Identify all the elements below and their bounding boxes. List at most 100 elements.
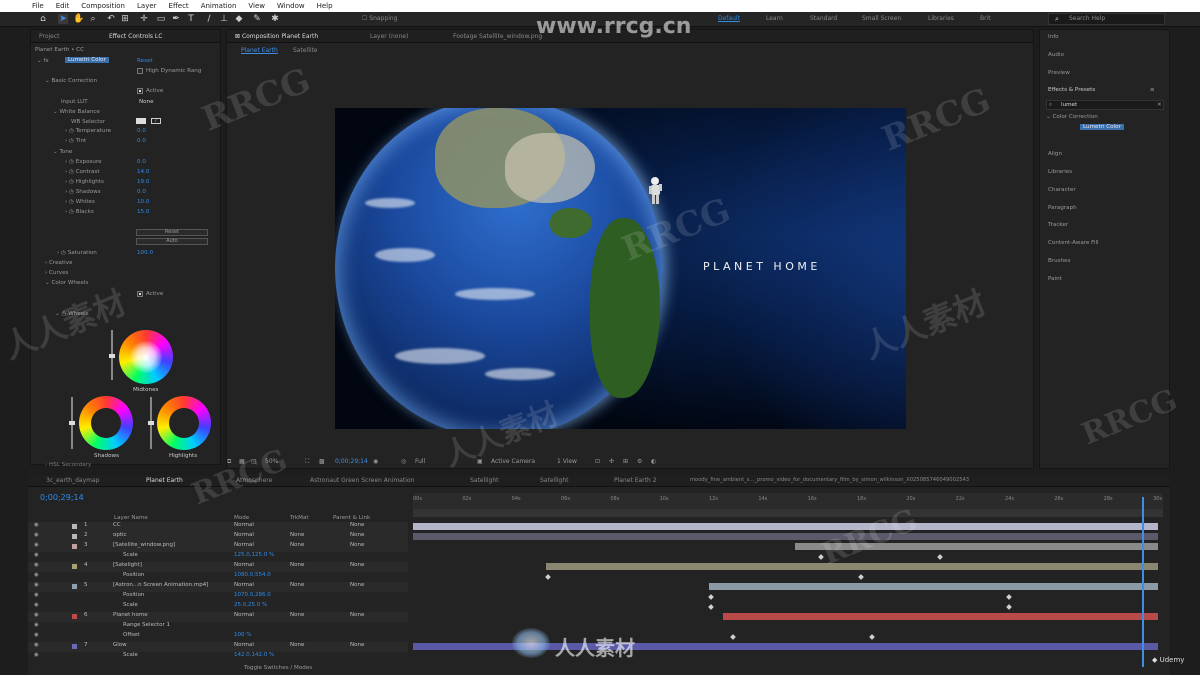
panel-effects-presets[interactable]: Effects & Presets	[1048, 87, 1095, 93]
anchor-tool-icon[interactable]: ✛	[139, 14, 149, 24]
basic-correction-label[interactable]: ⌄ Basic Correction	[45, 78, 97, 84]
panel-brushes[interactable]: Brushes	[1048, 258, 1071, 264]
tab-satellight-1[interactable]: Satellight	[470, 477, 499, 484]
shadows-value[interactable]: 0.0	[137, 189, 146, 195]
current-time[interactable]: 0;00;29;14	[335, 458, 368, 465]
contrast-label[interactable]: › ◷ Contrast	[65, 169, 100, 175]
flowchart-icon[interactable]: ⊞	[623, 458, 628, 465]
layer-track-bar[interactable]	[709, 583, 1158, 590]
temperature-value[interactable]: 0.0	[137, 128, 146, 134]
hdr-checkbox[interactable]	[137, 68, 143, 74]
tab-satellight-2[interactable]: Satellight	[540, 477, 569, 484]
clear-search-icon[interactable]: ✕	[1157, 102, 1162, 108]
channel-icon[interactable]: ◎	[401, 458, 406, 465]
effect-name[interactable]: Lumetri Color	[65, 57, 109, 63]
layer-track-bar[interactable]	[546, 563, 1158, 570]
midtones-slider[interactable]	[109, 330, 115, 380]
active-checkbox[interactable]	[137, 88, 143, 94]
keyframe[interactable]	[708, 594, 714, 600]
tab-audio-file[interactable]: moody_fine_ambient_s..._promo_video_for_…	[690, 477, 969, 483]
keyframe[interactable]	[818, 554, 824, 560]
tone-label[interactable]: ⌄ Tone	[53, 149, 72, 155]
tab-project[interactable]: Project	[39, 33, 60, 40]
camera-tool-icon[interactable]: ⊞	[120, 14, 130, 24]
tab-astronaut[interactable]: Astronaut Green Screen Animation	[310, 477, 414, 484]
tab-earth-daymap[interactable]: 3c_earth_daymap	[46, 477, 99, 484]
menu-view[interactable]: View	[246, 2, 267, 10]
tab-effect-controls[interactable]: Effect Controls LC	[109, 33, 162, 40]
panel-info[interactable]: Info	[1048, 34, 1059, 40]
menu-file[interactable]: File	[30, 2, 46, 10]
keyframe[interactable]	[708, 604, 714, 610]
snapping-checkbox[interactable]: ☐ Snapping	[362, 15, 397, 22]
menu-animation[interactable]: Animation	[199, 2, 239, 10]
menu-composition[interactable]: Composition	[79, 2, 127, 10]
workspace-small-screen[interactable]: Small Screen	[862, 15, 901, 22]
highlights-value[interactable]: 19.0	[137, 179, 149, 185]
menu-layer[interactable]: Layer	[135, 2, 159, 10]
keyframe[interactable]	[545, 574, 551, 580]
clone-tool-icon[interactable]: ⊥	[219, 14, 229, 24]
effect-reset-link[interactable]: Reset	[137, 58, 153, 64]
mask-icon[interactable]: ▢	[251, 458, 257, 465]
keyframe[interactable]	[730, 634, 736, 640]
highlights-label[interactable]: › ◷ Highlights	[65, 179, 104, 185]
whites-value[interactable]: 10.0	[137, 199, 149, 205]
tab-planet-earth-2[interactable]: Planet Earth 2	[614, 477, 657, 484]
white-balance-label[interactable]: ⌄ White Balance	[53, 109, 100, 115]
menu-help[interactable]: Help	[315, 2, 335, 10]
time-ruler[interactable]: 00s 02s 04s 06s 08s 10s 12s 14s 16s 18s 20s 22s 24s 2…	[413, 493, 1163, 509]
tint-label[interactable]: › ◷ Tint	[65, 138, 86, 144]
exposure-value[interactable]: 0.0	[137, 159, 146, 165]
panel-libraries[interactable]: Libraries	[1048, 169, 1072, 175]
color-correction-category[interactable]: ⌄ Color Correction	[1046, 114, 1098, 120]
tab-planet-earth[interactable]: Planet Earth	[146, 477, 183, 484]
exposure-icon[interactable]: ◐	[651, 458, 656, 465]
subtab-satellite[interactable]: Satellite	[293, 47, 318, 54]
saturation-value[interactable]: 100.0	[137, 250, 153, 256]
keyframe[interactable]	[858, 574, 864, 580]
midtones-wheel[interactable]	[119, 330, 173, 384]
blacks-value[interactable]: 15.0	[137, 209, 149, 215]
panel-content-aware-fill[interactable]: Content-Aware Fill	[1048, 240, 1099, 246]
workspace-brit[interactable]: Brit	[980, 15, 991, 22]
tab-layer[interactable]: Layer (none)	[370, 33, 408, 40]
highlights-wheel[interactable]	[157, 396, 211, 450]
brush-tool-icon[interactable]: /	[204, 14, 214, 24]
settings-icon[interactable]: ⚙	[637, 458, 642, 465]
saturation-label[interactable]: › ◷ Saturation	[57, 250, 97, 256]
selection-tool-icon[interactable]: ➤	[58, 14, 68, 24]
tab-footage[interactable]: Footage Satellite_window.png	[453, 33, 542, 40]
puppet-tool-icon[interactable]: ✱	[270, 14, 280, 24]
exposure-label[interactable]: › ◷ Exposure	[65, 159, 102, 165]
work-area-bar[interactable]	[413, 509, 1163, 517]
temperature-label[interactable]: › ◷ Temperature	[65, 128, 111, 134]
rotate-tool-icon[interactable]: ↶	[106, 14, 116, 24]
transparency-icon[interactable]: ▩	[319, 458, 325, 465]
contrast-value[interactable]: 14.0	[137, 169, 149, 175]
camera-dropdown[interactable]: Active Camera	[491, 458, 535, 465]
wb-swatch[interactable]	[136, 118, 146, 124]
blacks-label[interactable]: › ◷ Blacks	[65, 209, 94, 215]
timeline-timecode[interactable]: 0;00;29;14	[40, 493, 84, 502]
snapshot-icon[interactable]: ◉	[373, 458, 378, 465]
layer-track-bar[interactable]	[413, 533, 1158, 540]
eyedropper-icon[interactable]: ⁄	[151, 118, 161, 124]
grid-icon[interactable]: ▦	[239, 458, 245, 465]
tint-value[interactable]: 0.0	[137, 138, 146, 144]
keyframe[interactable]	[1006, 594, 1012, 600]
composition-viewer[interactable]: PLANET HOME	[335, 108, 906, 429]
wheels-label[interactable]: ⌄ ◷ Wheels	[55, 311, 89, 317]
region-icon[interactable]: ⛶	[305, 458, 309, 466]
subtab-planet-earth[interactable]: Planet Earth	[241, 47, 278, 54]
toggle-switches-modes[interactable]: Toggle Switches / Modes	[244, 665, 312, 671]
playhead[interactable]	[1142, 497, 1144, 667]
keyframe[interactable]	[937, 554, 943, 560]
zoom-tool-icon[interactable]: ⌕	[88, 14, 98, 24]
panel-menu-icon[interactable]: ≡	[1150, 87, 1155, 93]
keyframe[interactable]	[1006, 604, 1012, 610]
panel-preview[interactable]: Preview	[1048, 70, 1070, 76]
workspace-default[interactable]: Default	[718, 15, 740, 22]
panel-tracker[interactable]: Tracker	[1048, 222, 1068, 228]
search-help-input[interactable]: Search Help	[1048, 13, 1165, 25]
